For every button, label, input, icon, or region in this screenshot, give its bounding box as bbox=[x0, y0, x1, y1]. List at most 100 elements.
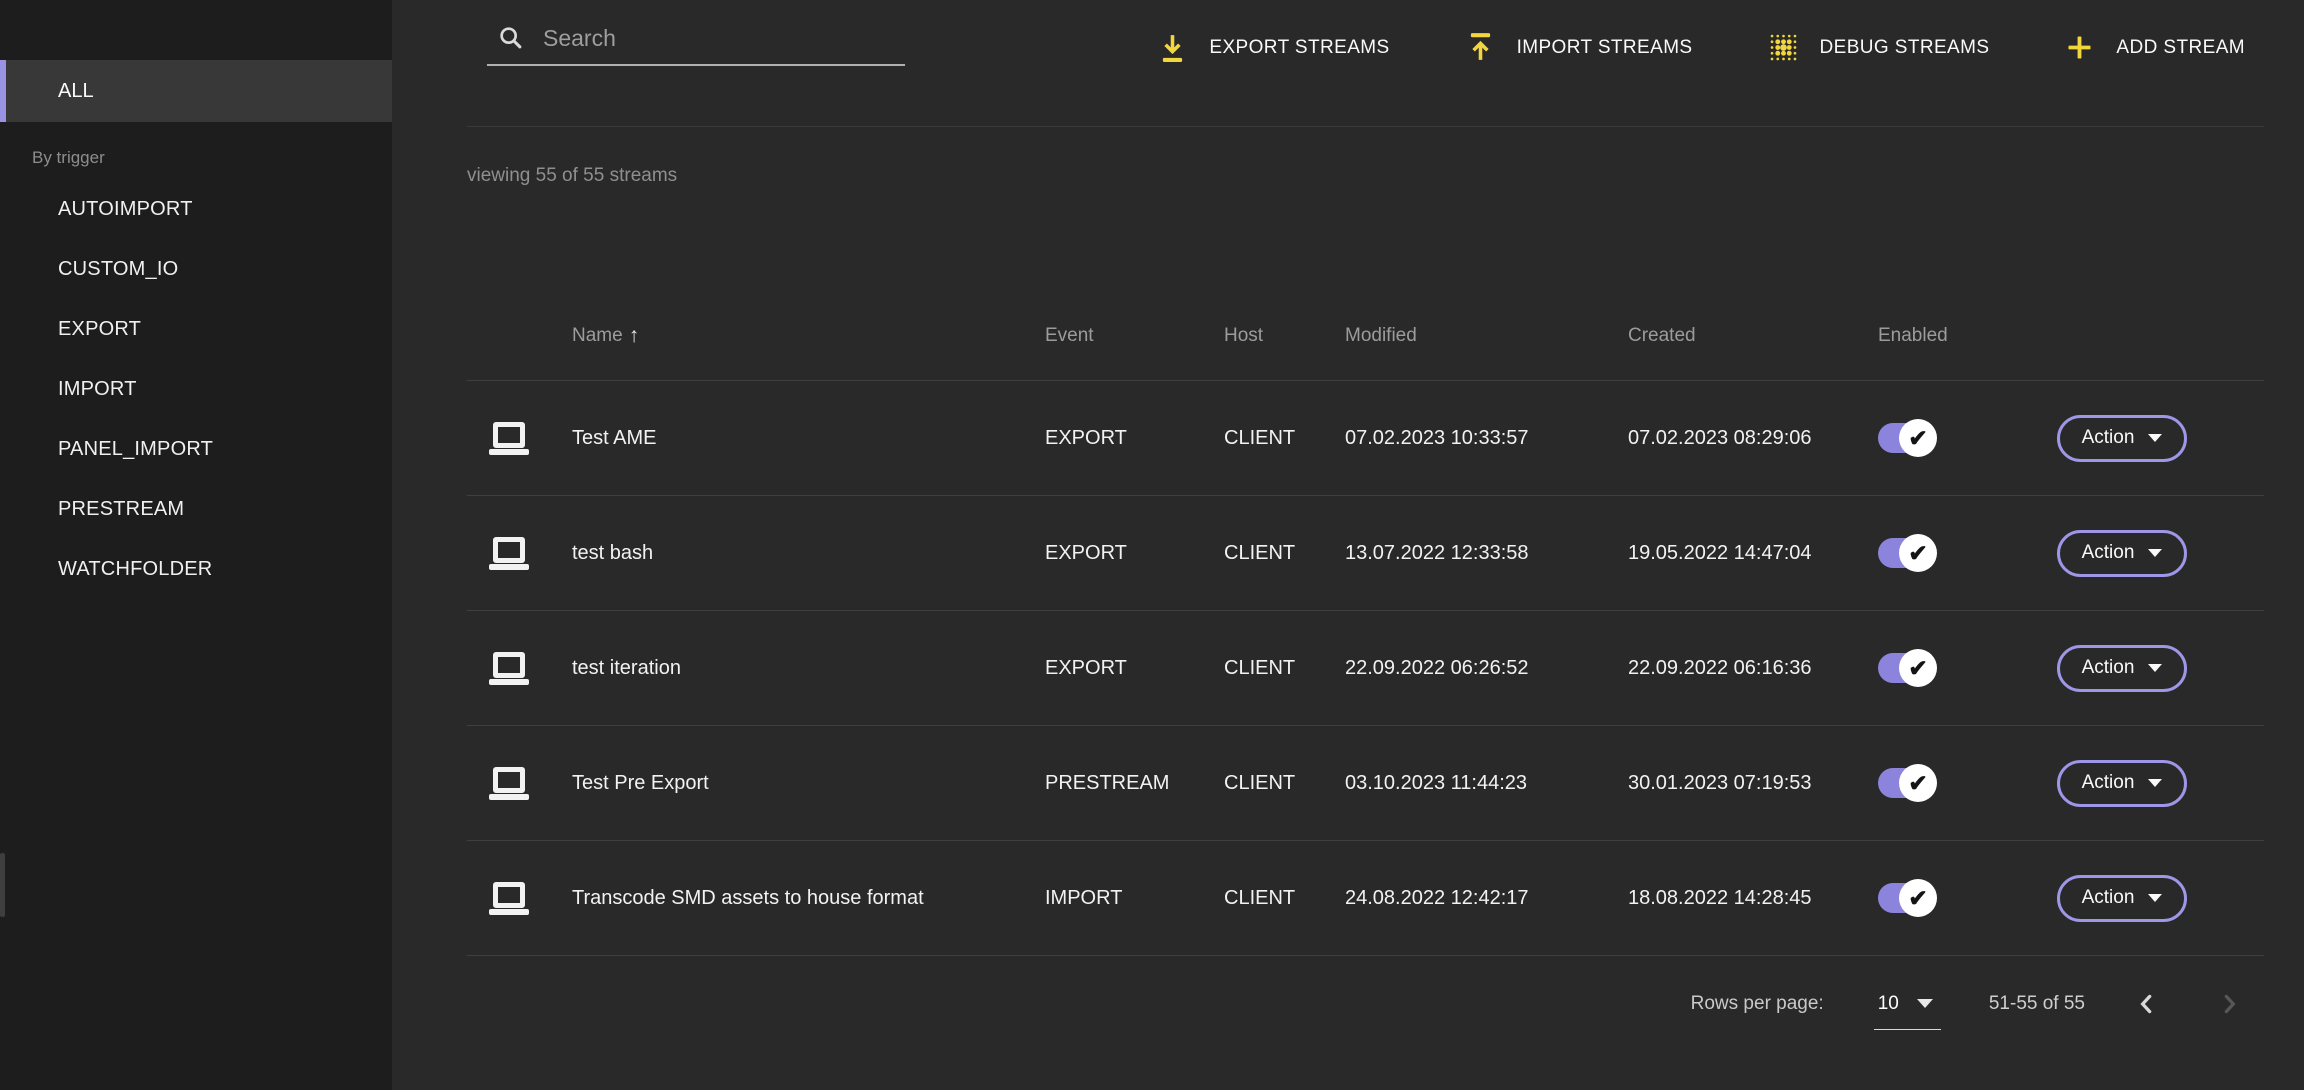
table-row[interactable]: Test AME EXPORT CLIENT 07.02.2023 10:33:… bbox=[467, 381, 2264, 496]
check-icon: ✔ bbox=[1908, 772, 1927, 795]
toggle-thumb: ✔ bbox=[1899, 879, 1937, 917]
toolbar-buttons: EXPORT STREAMS IMPORT STREAMS DE bbox=[1156, 0, 2245, 95]
cell-created: 07.02.2023 08:29:06 bbox=[1628, 427, 1878, 450]
cell-host: CLIENT bbox=[1224, 772, 1345, 795]
add-stream-button[interactable]: ADD STREAM bbox=[2063, 31, 2245, 64]
action-button[interactable]: Action bbox=[2057, 645, 2187, 692]
column-header-host[interactable]: Host bbox=[1224, 325, 1345, 347]
rows-per-page-select[interactable]: 10 bbox=[1874, 979, 1941, 1030]
enabled-toggle[interactable]: ✔ bbox=[1878, 768, 1935, 798]
plus-icon bbox=[2063, 31, 2096, 64]
cell-event: EXPORT bbox=[1045, 657, 1224, 680]
sidebar-item-watchfolder[interactable]: WATCHFOLDER bbox=[0, 539, 392, 599]
column-header-event[interactable]: Event bbox=[1045, 325, 1224, 347]
sidebar-item-prestream[interactable]: PRESTREAM bbox=[0, 479, 392, 539]
sidebar-item-all[interactable]: ALL bbox=[0, 60, 392, 122]
sidebar-item-panel-import[interactable]: PANEL_IMPORT bbox=[0, 419, 392, 479]
cell-created: 19.05.2022 14:47:04 bbox=[1628, 542, 1878, 565]
cell-created: 18.08.2022 14:28:45 bbox=[1628, 887, 1878, 910]
laptop-icon bbox=[489, 651, 529, 685]
action-button[interactable]: Action bbox=[2057, 415, 2187, 462]
search-icon bbox=[497, 24, 525, 52]
sidebar-item-export[interactable]: EXPORT bbox=[0, 299, 392, 359]
search-input[interactable] bbox=[541, 24, 871, 53]
column-header-modified[interactable]: Modified bbox=[1345, 325, 1628, 347]
export-streams-button[interactable]: EXPORT STREAMS bbox=[1156, 31, 1389, 64]
chevron-down-icon bbox=[2148, 779, 2162, 787]
cell-name: test iteration bbox=[572, 657, 1045, 680]
dotted-grid-icon bbox=[1767, 31, 1800, 64]
toggle-thumb: ✔ bbox=[1899, 419, 1937, 457]
cell-created: 30.01.2023 07:19:53 bbox=[1628, 772, 1878, 795]
cell-modified: 22.09.2022 06:26:52 bbox=[1345, 657, 1628, 680]
check-icon: ✔ bbox=[1908, 657, 1927, 680]
chevron-down-icon bbox=[1917, 999, 1933, 1008]
chevron-left-icon bbox=[2134, 991, 2160, 1017]
sidebar-item-custom-io[interactable]: CUSTOM_IO bbox=[0, 239, 392, 299]
cell-name: test bash bbox=[572, 542, 1045, 565]
chevron-down-icon bbox=[2148, 549, 2162, 557]
cell-name: Test AME bbox=[572, 427, 1045, 450]
enabled-toggle[interactable]: ✔ bbox=[1878, 423, 1935, 453]
toggle-thumb: ✔ bbox=[1899, 764, 1937, 802]
table-header-row: Name ↑ Event Host Modified Created Enabl… bbox=[467, 291, 2264, 381]
main-content: EXPORT STREAMS IMPORT STREAMS DE bbox=[392, 0, 2304, 1090]
cell-event: PRESTREAM bbox=[1045, 772, 1224, 795]
check-icon: ✔ bbox=[1908, 887, 1927, 910]
add-stream-label: ADD STREAM bbox=[2116, 37, 2245, 59]
toolbar: EXPORT STREAMS IMPORT STREAMS DE bbox=[467, 0, 2264, 127]
action-button[interactable]: Action bbox=[2057, 530, 2187, 577]
enabled-toggle[interactable]: ✔ bbox=[1878, 653, 1935, 683]
cell-event: EXPORT bbox=[1045, 542, 1224, 565]
cell-host: CLIENT bbox=[1224, 427, 1345, 450]
upload-icon bbox=[1464, 31, 1497, 64]
cell-created: 22.09.2022 06:16:36 bbox=[1628, 657, 1878, 680]
sidebar-scrollbar-thumb[interactable] bbox=[0, 853, 5, 917]
action-button[interactable]: Action bbox=[2057, 875, 2187, 922]
table-row[interactable]: test iteration EXPORT CLIENT 22.09.2022 … bbox=[467, 611, 2264, 726]
cell-modified: 07.02.2023 10:33:57 bbox=[1345, 427, 1628, 450]
sidebar-item-import[interactable]: IMPORT bbox=[0, 359, 392, 419]
chevron-down-icon bbox=[2148, 434, 2162, 442]
table-row[interactable]: Transcode SMD assets to house format IMP… bbox=[467, 841, 2264, 956]
chevron-down-icon bbox=[2148, 894, 2162, 902]
enabled-toggle[interactable]: ✔ bbox=[1878, 883, 1935, 913]
check-icon: ✔ bbox=[1908, 542, 1927, 565]
import-streams-button[interactable]: IMPORT STREAMS bbox=[1464, 31, 1693, 64]
cell-modified: 13.07.2022 12:33:58 bbox=[1345, 542, 1628, 565]
rows-per-page-label: Rows per page: bbox=[1691, 993, 1824, 1015]
cell-event: EXPORT bbox=[1045, 427, 1224, 450]
next-page-button[interactable] bbox=[2209, 991, 2249, 1017]
action-button[interactable]: Action bbox=[2057, 760, 2187, 807]
column-header-enabled[interactable]: Enabled bbox=[1878, 325, 2057, 347]
search-field bbox=[487, 12, 905, 66]
cell-modified: 24.08.2022 12:42:17 bbox=[1345, 887, 1628, 910]
cell-event: IMPORT bbox=[1045, 887, 1224, 910]
laptop-icon bbox=[489, 421, 529, 455]
table-row[interactable]: Test Pre Export PRESTREAM CLIENT 03.10.2… bbox=[467, 726, 2264, 841]
column-header-created[interactable]: Created bbox=[1628, 325, 1878, 347]
cell-name: Test Pre Export bbox=[572, 772, 1045, 795]
sidebar-trigger-list: AUTOIMPORT CUSTOM_IO EXPORT IMPORT PANEL… bbox=[0, 179, 392, 599]
previous-page-button[interactable] bbox=[2127, 991, 2167, 1017]
column-header-name[interactable]: Name ↑ bbox=[572, 325, 1045, 347]
download-icon bbox=[1156, 31, 1189, 64]
rows-per-page-value: 10 bbox=[1878, 993, 1899, 1015]
sort-ascending-icon: ↑ bbox=[629, 325, 640, 346]
laptop-icon bbox=[489, 881, 529, 915]
laptop-icon bbox=[489, 536, 529, 570]
cell-modified: 03.10.2023 11:44:23 bbox=[1345, 772, 1628, 795]
laptop-icon bbox=[489, 766, 529, 800]
sidebar-item-autoimport[interactable]: AUTOIMPORT bbox=[0, 179, 392, 239]
sidebar-item-all-label: ALL bbox=[58, 80, 94, 103]
import-streams-label: IMPORT STREAMS bbox=[1517, 37, 1693, 59]
cell-name: Transcode SMD assets to house format bbox=[572, 887, 1045, 910]
pagination-bar: Rows per page: 10 51-55 of 55 bbox=[467, 956, 2264, 1052]
table-row[interactable]: test bash EXPORT CLIENT 13.07.2022 12:33… bbox=[467, 496, 2264, 611]
debug-streams-button[interactable]: DEBUG STREAMS bbox=[1767, 31, 1990, 64]
check-icon: ✔ bbox=[1908, 427, 1927, 450]
cell-host: CLIENT bbox=[1224, 542, 1345, 565]
enabled-toggle[interactable]: ✔ bbox=[1878, 538, 1935, 568]
chevron-right-icon bbox=[2216, 991, 2242, 1017]
cell-host: CLIENT bbox=[1224, 887, 1345, 910]
